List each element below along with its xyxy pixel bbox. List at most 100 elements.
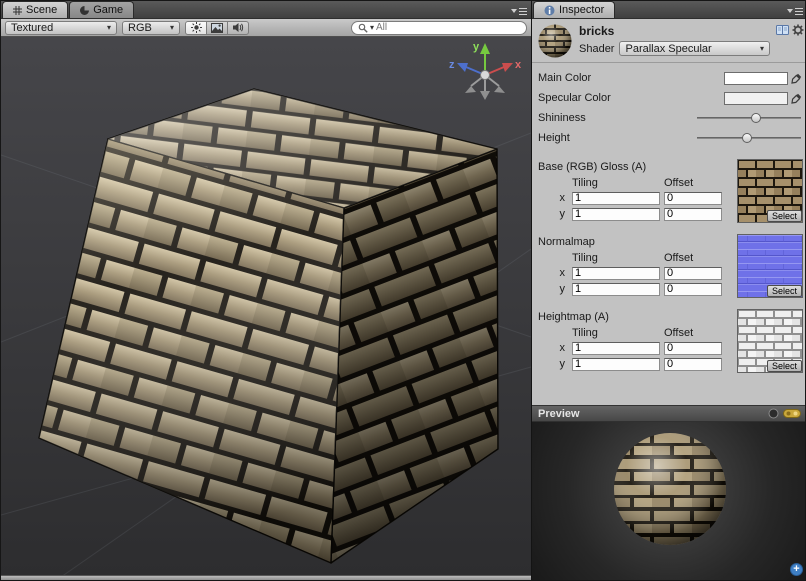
y-row-label: y xyxy=(538,356,572,372)
orientation-gizmo[interactable]: y x z xyxy=(447,37,523,113)
scene-skybox-toggle[interactable] xyxy=(206,21,228,35)
negative-axis-cone[interactable] xyxy=(494,86,505,93)
game-icon xyxy=(80,6,89,15)
tab-scene-label: Scene xyxy=(26,4,57,16)
shader-label: Shader xyxy=(579,43,614,55)
offset-header: Offset xyxy=(664,326,726,340)
preview-sphere[interactable] xyxy=(612,431,728,547)
inspector-tabbar: Inspector xyxy=(532,1,806,19)
x-row-label: x xyxy=(538,265,572,281)
preview-light-toggle[interactable] xyxy=(783,408,801,419)
negative-axis-cone[interactable] xyxy=(480,91,490,100)
scene-view-toggles xyxy=(185,21,249,35)
render-mode-dropdown[interactable]: RGB ▾ xyxy=(122,21,180,35)
material-info: bricks Shader Parallax Specular ▾ xyxy=(579,23,770,59)
sun-icon xyxy=(191,22,202,33)
preview-header[interactable]: Preview xyxy=(532,405,806,422)
base-texture-select-button[interactable]: Select xyxy=(767,210,802,222)
unity-editor-window: Scene Game Textured ▾ RGB ▾ xyxy=(0,0,806,581)
normalmap-tiling-y-input[interactable] xyxy=(572,283,660,296)
heightmap-thumbnail[interactable]: Select xyxy=(737,309,803,373)
inspector-panel: Inspector bricks Shader Parallax Specula… xyxy=(531,1,806,580)
heightmap-label: Heightmap (A) xyxy=(538,309,737,326)
tab-scene[interactable]: Scene xyxy=(2,1,68,18)
shader-dropdown[interactable]: Parallax Specular ▾ xyxy=(619,41,770,56)
scene-search-box[interactable]: ▾ xyxy=(351,21,527,35)
base-tiling-y-input[interactable] xyxy=(572,208,660,221)
eyedropper-icon[interactable] xyxy=(790,92,803,105)
heightmap-offset-y-input[interactable] xyxy=(664,358,722,371)
base-offset-x-input[interactable] xyxy=(664,192,722,205)
specular-color-swatch[interactable] xyxy=(724,92,788,105)
normalmap-label: Normalmap xyxy=(538,234,737,251)
x-axis-cone[interactable] xyxy=(502,63,513,72)
chevron-down-icon: ▾ xyxy=(107,24,111,32)
x-row-label: x xyxy=(538,190,572,206)
draw-mode-label: Textured xyxy=(11,22,53,34)
offset-header: Offset xyxy=(664,251,726,265)
scene-audio-toggle[interactable] xyxy=(227,21,249,35)
gizmo-center[interactable] xyxy=(481,71,490,80)
offset-header: Offset xyxy=(664,176,726,190)
heightmap-select-button[interactable]: Select xyxy=(767,360,802,372)
tab-game[interactable]: Game xyxy=(69,1,134,18)
scene-panel-menu-icon[interactable] xyxy=(510,5,528,16)
y-axis-cone[interactable] xyxy=(480,43,490,54)
slider-track[interactable] xyxy=(697,117,801,119)
specular-color-label: Specular Color xyxy=(538,92,724,104)
base-texture-thumbnail[interactable]: Select xyxy=(737,159,803,223)
chevron-down-icon: ▾ xyxy=(370,24,374,32)
help-book-icon[interactable] xyxy=(776,24,789,36)
image-icon xyxy=(211,23,223,33)
brick-cube[interactable] xyxy=(1,37,531,575)
scene-tabbar: Scene Game xyxy=(1,1,531,19)
preview-body[interactable]: + xyxy=(532,422,806,580)
tiling-header: Tiling xyxy=(572,176,664,190)
normalmap-offset-y-input[interactable] xyxy=(664,283,722,296)
tab-inspector-label: Inspector xyxy=(559,4,604,16)
height-slider[interactable] xyxy=(697,131,801,145)
tab-inspector[interactable]: Inspector xyxy=(533,1,615,18)
negative-axis-cone[interactable] xyxy=(465,86,476,93)
heightmap-offset-x-input[interactable] xyxy=(664,342,722,355)
z-axis-cone[interactable] xyxy=(457,63,468,72)
preview-add-icon[interactable]: + xyxy=(790,563,803,576)
inspector-panel-menu-icon[interactable] xyxy=(786,5,804,16)
normalmap-thumbnail[interactable]: Select xyxy=(737,234,803,298)
heightmap-tiling-x-input[interactable] xyxy=(572,342,660,355)
draw-mode-dropdown[interactable]: Textured ▾ xyxy=(5,21,117,35)
main-color-swatch[interactable] xyxy=(724,72,788,85)
texture-section-base: Base (RGB) Gloss (A) Tiling Offset x y S… xyxy=(532,159,806,223)
normalmap-tiling-x-input[interactable] xyxy=(572,267,660,280)
slider-thumb[interactable] xyxy=(742,133,752,143)
eyedropper-icon[interactable] xyxy=(790,72,803,85)
scene-search-input[interactable] xyxy=(376,22,520,33)
chevron-down-icon: ▾ xyxy=(760,45,764,53)
scene-bottom-edge xyxy=(1,575,531,580)
base-texture-label: Base (RGB) Gloss (A) xyxy=(538,159,737,176)
normalmap-offset-x-input[interactable] xyxy=(664,267,722,280)
slider-thumb[interactable] xyxy=(751,113,761,123)
main-color-row: Main Color xyxy=(538,68,803,88)
base-offset-y-input[interactable] xyxy=(664,208,722,221)
shininess-label: Shininess xyxy=(538,112,697,124)
material-preview-panel: Preview + xyxy=(532,405,806,580)
search-icon xyxy=(358,23,368,33)
render-mode-label: RGB xyxy=(128,22,152,34)
x-row-label: x xyxy=(538,340,572,356)
height-row: Height xyxy=(538,128,803,148)
heightmap-tiling-y-input[interactable] xyxy=(572,358,660,371)
tab-game-label: Game xyxy=(93,4,123,16)
shininess-slider[interactable] xyxy=(697,111,801,125)
gizmo-z-label: z xyxy=(449,59,455,71)
tiling-header: Tiling xyxy=(572,326,664,340)
shininess-row: Shininess xyxy=(538,108,803,128)
preview-mesh-icon[interactable] xyxy=(768,408,779,419)
gear-icon[interactable] xyxy=(792,24,804,36)
base-tiling-x-input[interactable] xyxy=(572,192,660,205)
specular-color-row: Specular Color xyxy=(538,88,803,108)
scene-viewport[interactable]: y x z xyxy=(1,37,531,575)
normalmap-select-button[interactable]: Select xyxy=(767,285,802,297)
scene-lighting-toggle[interactable] xyxy=(185,21,207,35)
y-row-label: y xyxy=(538,281,572,297)
